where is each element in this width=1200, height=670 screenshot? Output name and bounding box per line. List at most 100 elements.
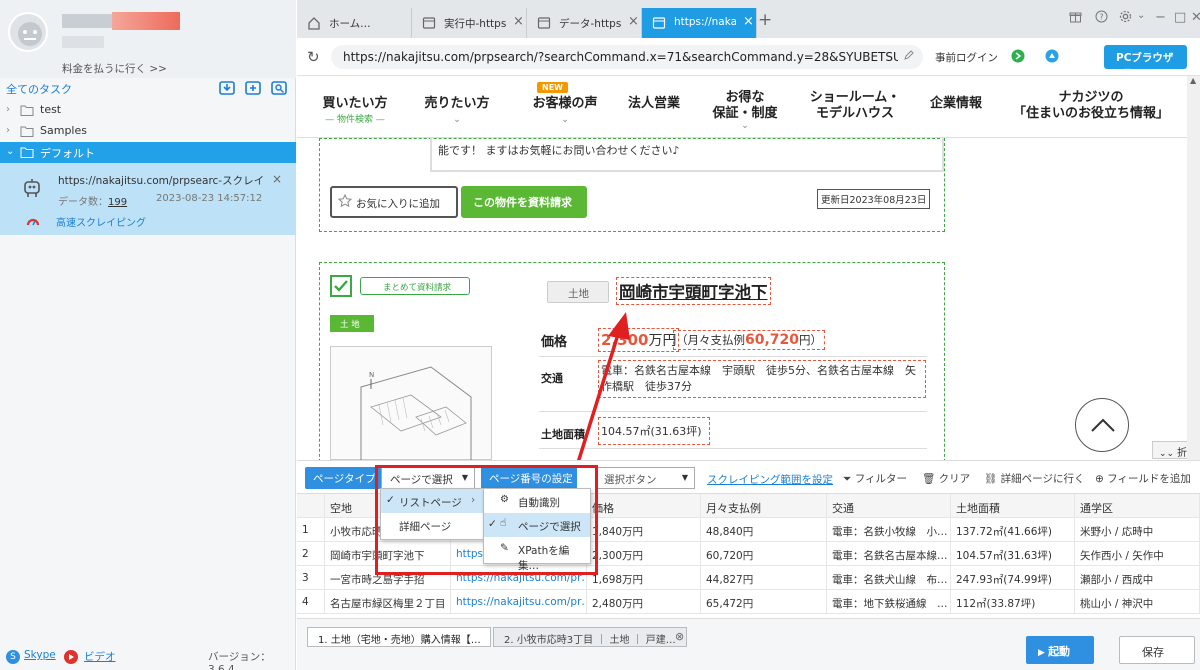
blue-extension-icon[interactable] bbox=[1045, 49, 1059, 63]
column-header[interactable]: 交通 bbox=[827, 494, 951, 518]
nav-corporate[interactable]: 法人営業 bbox=[617, 96, 691, 112]
table-cell[interactable]: 1,840万円 bbox=[587, 518, 701, 542]
row-number[interactable]: 3 bbox=[297, 566, 325, 590]
add-field-button[interactable]: ⊕ フィールドを追加 bbox=[1095, 471, 1191, 486]
detail-page-button[interactable]: ⛓ 詳細ページに行く bbox=[984, 471, 1084, 486]
table-cell[interactable]: 2,300万円 bbox=[587, 542, 701, 566]
run-button[interactable]: ▶ 起動 bbox=[1026, 636, 1094, 664]
chevron-down-icon[interactable]: ⌄ bbox=[1137, 10, 1145, 21]
table-cell[interactable]: 60,720円 bbox=[701, 542, 827, 566]
url-input[interactable]: https://nakajitsu.com/prpsearch/?searchC… bbox=[331, 45, 923, 69]
table-cell[interactable]: 米野小 / 応時中 bbox=[1075, 518, 1200, 542]
scroll-up-icon[interactable]: ▲ bbox=[1190, 76, 1196, 85]
video-play-icon[interactable] bbox=[64, 650, 78, 664]
reload-icon[interactable]: ↻ bbox=[307, 48, 320, 66]
scraping-range-link[interactable]: スクレイピング範囲を設定 bbox=[707, 472, 833, 487]
menu-item-list-page[interactable]: ✓ リストページ › bbox=[381, 489, 483, 513]
table-cell[interactable]: 1,698万円 bbox=[587, 566, 701, 590]
chevron-down-icon[interactable]: ⌄ bbox=[6, 146, 14, 157]
select-checkbox[interactable] bbox=[330, 275, 352, 297]
nav-buy[interactable]: 買いたい方 — 物件検索 — bbox=[315, 96, 395, 128]
nav-sell[interactable]: 売りたい方 ⌄ bbox=[415, 96, 499, 128]
pre-login-button[interactable]: 事前ログイン bbox=[935, 50, 998, 65]
table-cell[interactable]: 247.93㎡(74.99坪) bbox=[951, 566, 1075, 590]
close-icon[interactable]: × bbox=[272, 172, 282, 186]
tab-running[interactable]: 実行中-https… × bbox=[412, 8, 527, 38]
column-header[interactable]: 土地面積 bbox=[951, 494, 1075, 518]
folder-samples[interactable]: › Samples bbox=[0, 121, 296, 142]
new-tab-icon[interactable]: + bbox=[758, 10, 772, 30]
row-number[interactable]: 1 bbox=[297, 518, 325, 542]
table-cell[interactable]: https://nakajitsu.com/pr… bbox=[451, 590, 587, 614]
vertical-scrollbar[interactable]: ▲ bbox=[1187, 76, 1200, 460]
scroll-top-button[interactable] bbox=[1075, 398, 1129, 452]
table-cell[interactable]: 65,472円 bbox=[701, 590, 827, 614]
table-cell[interactable]: 48,840円 bbox=[701, 518, 827, 542]
page-type-button[interactable]: ページタイプ bbox=[305, 467, 381, 489]
skype-icon[interactable]: S bbox=[6, 650, 20, 664]
high-speed-scraping-label[interactable]: 高速スクレイピング bbox=[56, 214, 146, 229]
bottom-tab-2[interactable]: 2. 小牧市応時3丁目 ｜ 土地 ｜ 戸建… bbox=[493, 627, 687, 647]
table-cell[interactable]: 電車：地下鉄桜通線 … bbox=[827, 590, 951, 614]
bottom-tab-1[interactable]: 1. 土地（宅地・売地）購入情報【… bbox=[307, 627, 491, 647]
pay-link[interactable]: 料金を払うに行く >> bbox=[62, 61, 167, 76]
import-icon[interactable] bbox=[218, 79, 236, 97]
task-item[interactable]: https://nakajitsu.com/prpsearc-スクレイピング ×… bbox=[0, 163, 296, 235]
column-header[interactable]: 価格 bbox=[587, 494, 701, 518]
folder-test[interactable]: › test bbox=[0, 100, 296, 121]
table-cell[interactable]: 電車：名鉄小牧線 小… bbox=[827, 518, 951, 542]
select-button-dropdown[interactable]: 選択ボタン ▼ bbox=[595, 467, 695, 489]
menu-item-auto-detect[interactable]: ⚙ 自動識別 bbox=[484, 489, 590, 513]
table-cell[interactable]: 名古屋市緑区梅里２丁目 bbox=[325, 590, 451, 614]
filter-button[interactable]: ⏷ フィルター bbox=[843, 471, 907, 486]
table-cell[interactable]: 矢作西小 / 矢作中 bbox=[1075, 542, 1200, 566]
help-icon[interactable]: ? bbox=[1095, 10, 1108, 23]
column-header[interactable]: 月々支払例 bbox=[701, 494, 827, 518]
close-tab-icon[interactable]: × bbox=[513, 14, 524, 29]
tab-home[interactable]: ホーム… bbox=[297, 8, 412, 38]
table-cell[interactable]: 電車：名鉄犬山線 布… bbox=[827, 566, 951, 590]
chevron-right-icon[interactable]: › bbox=[6, 125, 10, 136]
column-header[interactable]: 通学区 bbox=[1075, 494, 1200, 518]
maximize-icon[interactable]: □ bbox=[1174, 10, 1186, 25]
chevron-right-icon[interactable]: › bbox=[6, 104, 10, 115]
skype-link[interactable]: Skype bbox=[24, 649, 56, 661]
close-window-icon[interactable]: ✕ bbox=[1191, 10, 1200, 25]
table-cell[interactable]: 44,827円 bbox=[701, 566, 827, 590]
table-cell[interactable]: 104.57㎡(31.63坪) bbox=[951, 542, 1075, 566]
edit-pencil-icon[interactable] bbox=[903, 49, 915, 61]
new-task-icon[interactable] bbox=[244, 79, 262, 97]
search-task-icon[interactable] bbox=[270, 79, 288, 97]
bulk-request-button[interactable]: まとめて資料請求 bbox=[360, 277, 470, 295]
row-number[interactable]: 4 bbox=[297, 590, 325, 614]
green-shield-icon[interactable] bbox=[1011, 49, 1025, 63]
gear-icon[interactable] bbox=[1119, 10, 1132, 23]
table-cell[interactable]: 112㎡(33.87坪) bbox=[951, 590, 1075, 614]
close-tab-icon[interactable]: ⊗ bbox=[675, 630, 684, 643]
table-cell[interactable]: 瀬部小 / 西成中 bbox=[1075, 566, 1200, 590]
nav-company[interactable]: 企業情報 bbox=[919, 96, 993, 112]
avatar[interactable] bbox=[8, 12, 48, 52]
nav-tips[interactable]: ナカジツの 「住まいのお役立ち情報」 bbox=[997, 90, 1185, 122]
fold-button[interactable]: ⌄⌄ 折る bbox=[1152, 441, 1187, 459]
nav-voice[interactable]: お客様の声 ⌄ bbox=[515, 96, 615, 128]
request-info-button[interactable]: この物件を資料請求 bbox=[461, 186, 587, 218]
menu-item-select-on-page[interactable]: ✓ ☝ ページで選択 bbox=[484, 513, 590, 537]
gift-icon[interactable] bbox=[1069, 10, 1082, 23]
table-cell[interactable]: 桃山小 / 神沢中 bbox=[1075, 590, 1200, 614]
table-cell[interactable]: 137.72㎡(41.66坪) bbox=[951, 518, 1075, 542]
table-cell[interactable]: 2,480万円 bbox=[587, 590, 701, 614]
close-tab-icon[interactable]: × bbox=[628, 14, 639, 29]
nav-showroom[interactable]: ショールーム・ モデルハウス bbox=[795, 90, 915, 122]
tab-data[interactable]: データ-https… × bbox=[527, 8, 642, 38]
nav-warranty[interactable]: お得な 保証・制度 ⌄ bbox=[705, 90, 785, 131]
column-header[interactable] bbox=[297, 494, 325, 518]
menu-item-detail-page[interactable]: 詳細ページ bbox=[381, 513, 483, 537]
menu-item-edit-xpath[interactable]: ✎ XPathを編集… bbox=[484, 537, 590, 572]
data-count-link[interactable]: 199 bbox=[108, 197, 127, 208]
pc-browser-button[interactable]: PCブラウザ▼ bbox=[1104, 45, 1187, 76]
table-cell[interactable]: 電車：名鉄名古屋本線… bbox=[827, 542, 951, 566]
tab-nakajitsu[interactable]: https://naka… × bbox=[642, 8, 757, 38]
all-tasks-label[interactable]: 全てのタスク bbox=[6, 81, 72, 97]
close-tab-icon[interactable]: × bbox=[743, 14, 754, 29]
